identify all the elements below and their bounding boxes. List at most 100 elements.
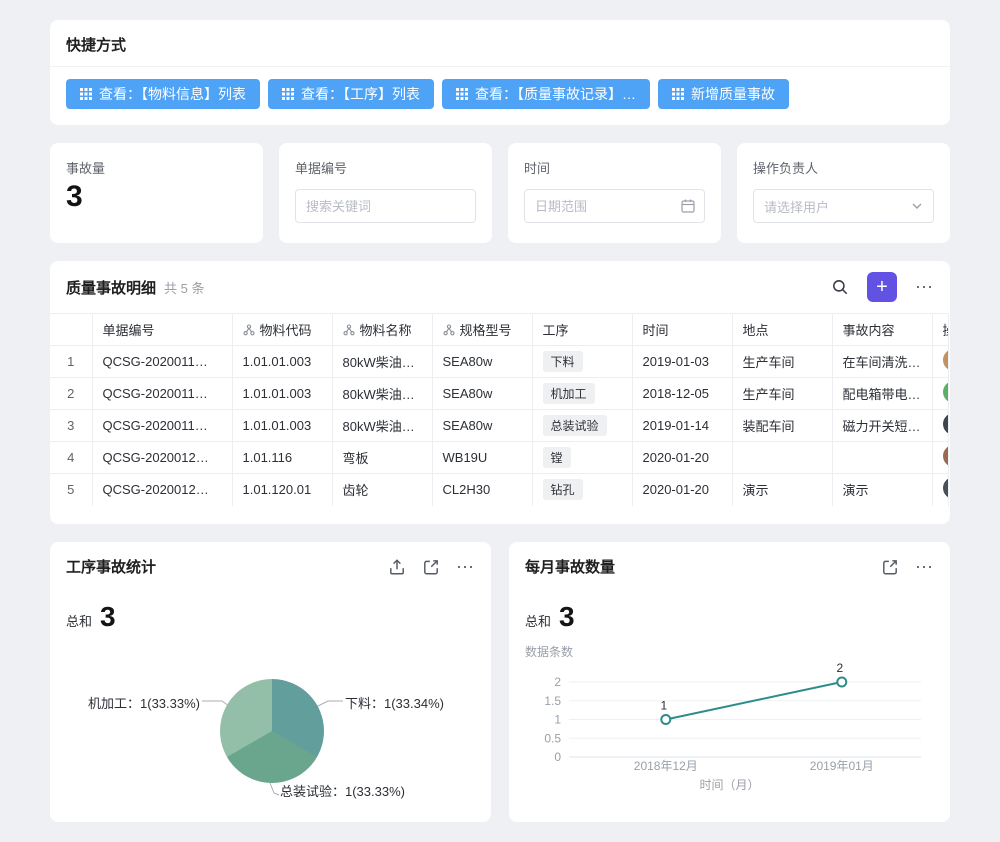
pie-slice-label: 下料：1(33.34%) bbox=[345, 693, 444, 712]
user-select-placeholder: 请选择用户 bbox=[764, 197, 829, 216]
svg-text:2019年01月: 2019年01月 bbox=[810, 759, 874, 773]
cell-spec: SEA80w bbox=[432, 346, 532, 378]
cell-process: 钻孔 bbox=[532, 474, 632, 506]
cell-doc-number: QCSG-2020011… bbox=[92, 410, 232, 442]
table-row[interactable]: 2 QCSG-2020011… 1.01.01.003 80kW柴油… SEA8… bbox=[50, 378, 948, 410]
table-title: 质量事故明细 bbox=[66, 277, 156, 298]
column-header-process[interactable]: 工序 bbox=[532, 314, 632, 346]
column-header-doc-number[interactable]: 单据编号 bbox=[92, 314, 232, 346]
stat-value: 3 bbox=[66, 180, 247, 213]
column-header-time[interactable]: 时间 bbox=[632, 314, 732, 346]
table-row[interactable]: 5 QCSG-2020012… 1.01.120.01 齿轮 CL2H30 钻孔… bbox=[50, 474, 948, 506]
column-header-place[interactable]: 地点 bbox=[732, 314, 832, 346]
open-in-new-icon[interactable] bbox=[422, 558, 440, 576]
user-select[interactable]: 请选择用户 bbox=[753, 189, 934, 223]
accident-table: 单据编号 物料代码 物料名称 规格型号 工序 时间 地点 事故内容 操 1 QC… bbox=[50, 313, 949, 506]
avatar bbox=[943, 445, 949, 467]
cell-doc-number: QCSG-2020012… bbox=[92, 474, 232, 506]
column-header-material-name[interactable]: 物料名称 bbox=[332, 314, 432, 346]
lookup-icon bbox=[243, 324, 255, 336]
pie-slice-label: 机加工：1(33.33%) bbox=[66, 693, 200, 712]
svg-text:1: 1 bbox=[554, 713, 561, 727]
filter-label: 单据编号 bbox=[295, 158, 476, 177]
column-header-owner[interactable]: 操 bbox=[932, 314, 948, 346]
total-label: 总和 bbox=[66, 611, 92, 630]
total-value: 3 bbox=[559, 603, 575, 631]
more-options-icon[interactable]: ⋯ bbox=[456, 558, 475, 576]
shortcut-button-label: 新增质量事故 bbox=[691, 84, 775, 104]
shortcut-button-view-material-list[interactable]: 查看：【物料信息】列表 bbox=[66, 79, 260, 109]
grid-icon bbox=[456, 88, 468, 100]
cell-content: 磁力开关短… bbox=[832, 410, 932, 442]
shortcuts-body: 查看：【物料信息】列表 查看：【工序】列表 查看：【质量事故记录】… 新增质量事… bbox=[50, 67, 950, 125]
filter-label: 操作负责人 bbox=[753, 158, 934, 177]
column-header-label: 单据编号 bbox=[103, 320, 155, 339]
table-header-row: 单据编号 物料代码 物料名称 规格型号 工序 时间 地点 事故内容 操 bbox=[50, 314, 948, 346]
svg-text:2: 2 bbox=[554, 675, 561, 689]
process-chart-card: 工序事故统计 ⋯ 总和 3 bbox=[50, 542, 491, 822]
cell-place: 装配车间 bbox=[732, 410, 832, 442]
dashboard-page: 快捷方式 查看：【物料信息】列表 查看：【工序】列表 查看：【质量事故记录】… … bbox=[0, 0, 1000, 842]
grid-icon bbox=[282, 88, 294, 100]
column-header-label: 操 bbox=[943, 320, 949, 339]
cell-doc-number: QCSG-2020012… bbox=[92, 442, 232, 474]
column-header-material-code[interactable]: 物料代码 bbox=[232, 314, 332, 346]
filter-label: 时间 bbox=[524, 158, 705, 177]
cell-doc-number: QCSG-2020011… bbox=[92, 378, 232, 410]
shortcut-button-label: 查看：【质量事故记录】… bbox=[475, 84, 636, 104]
stat-card-accident-count: 事故量 3 bbox=[50, 143, 263, 243]
add-record-button[interactable]: + bbox=[867, 272, 897, 302]
pie-slice-label: 总装试验：1(33.33%) bbox=[280, 781, 405, 800]
row-index: 2 bbox=[50, 378, 92, 410]
cell-content: 演示 bbox=[832, 474, 932, 506]
open-in-new-icon[interactable] bbox=[881, 558, 899, 576]
cell-time: 2019-01-03 bbox=[632, 346, 732, 378]
avatar bbox=[943, 477, 949, 499]
export-icon[interactable] bbox=[388, 558, 406, 576]
date-range-input[interactable] bbox=[524, 189, 705, 223]
shortcut-button-add-accident[interactable]: 新增质量事故 bbox=[658, 79, 789, 109]
cell-process: 下料 bbox=[532, 346, 632, 378]
column-header-content[interactable]: 事故内容 bbox=[832, 314, 932, 346]
lookup-icon bbox=[443, 324, 455, 336]
avatar bbox=[943, 349, 949, 371]
cell-place: 演示 bbox=[732, 474, 832, 506]
column-header-spec[interactable]: 规格型号 bbox=[432, 314, 532, 346]
table-row[interactable]: 4 QCSG-2020012… 1.01.116 弯板 WB19U 镗 2020… bbox=[50, 442, 948, 474]
column-header-index bbox=[50, 314, 92, 346]
cell-time: 2018-12-05 bbox=[632, 378, 732, 410]
avatar bbox=[943, 381, 949, 403]
cell-material-name: 80kW柴油… bbox=[332, 378, 432, 410]
doc-number-search-input[interactable] bbox=[295, 189, 476, 223]
row-index: 3 bbox=[50, 410, 92, 442]
table-row[interactable]: 3 QCSG-2020011… 1.01.01.003 80kW柴油… SEA8… bbox=[50, 410, 948, 442]
calendar-icon bbox=[680, 198, 696, 214]
cell-material-code: 1.01.01.003 bbox=[232, 378, 332, 410]
cell-time: 2020-01-20 bbox=[632, 442, 732, 474]
more-options-icon[interactable]: ⋯ bbox=[915, 558, 934, 576]
cell-owner bbox=[932, 410, 948, 442]
cell-material-code: 1.01.116 bbox=[232, 442, 332, 474]
avatar bbox=[943, 413, 949, 435]
cell-owner bbox=[932, 474, 948, 506]
search-icon[interactable] bbox=[831, 278, 849, 296]
pie-chart bbox=[220, 679, 324, 783]
lookup-icon bbox=[343, 324, 355, 336]
shortcut-button-label: 查看：【工序】列表 bbox=[301, 84, 420, 104]
cell-process: 机加工 bbox=[532, 378, 632, 410]
shortcut-button-view-accident-records[interactable]: 查看：【质量事故记录】… bbox=[442, 79, 650, 109]
cell-spec: WB19U bbox=[432, 442, 532, 474]
shortcut-button-view-process-list[interactable]: 查看：【工序】列表 bbox=[268, 79, 434, 109]
column-header-label: 地点 bbox=[743, 320, 769, 339]
table-row[interactable]: 1 QCSG-2020011… 1.01.01.003 80kW柴油… SEA8… bbox=[50, 346, 948, 378]
column-header-label: 时间 bbox=[643, 320, 669, 339]
shortcut-button-label: 查看：【物料信息】列表 bbox=[99, 84, 246, 104]
column-header-label: 事故内容 bbox=[843, 320, 895, 339]
cell-time: 2020-01-20 bbox=[632, 474, 732, 506]
total-label: 总和 bbox=[525, 611, 551, 630]
column-header-label: 工序 bbox=[543, 320, 569, 339]
filter-card-time: 时间 bbox=[508, 143, 721, 243]
cell-content bbox=[832, 442, 932, 474]
more-options-icon[interactable]: ⋯ bbox=[915, 278, 934, 296]
cell-material-name: 80kW柴油… bbox=[332, 346, 432, 378]
